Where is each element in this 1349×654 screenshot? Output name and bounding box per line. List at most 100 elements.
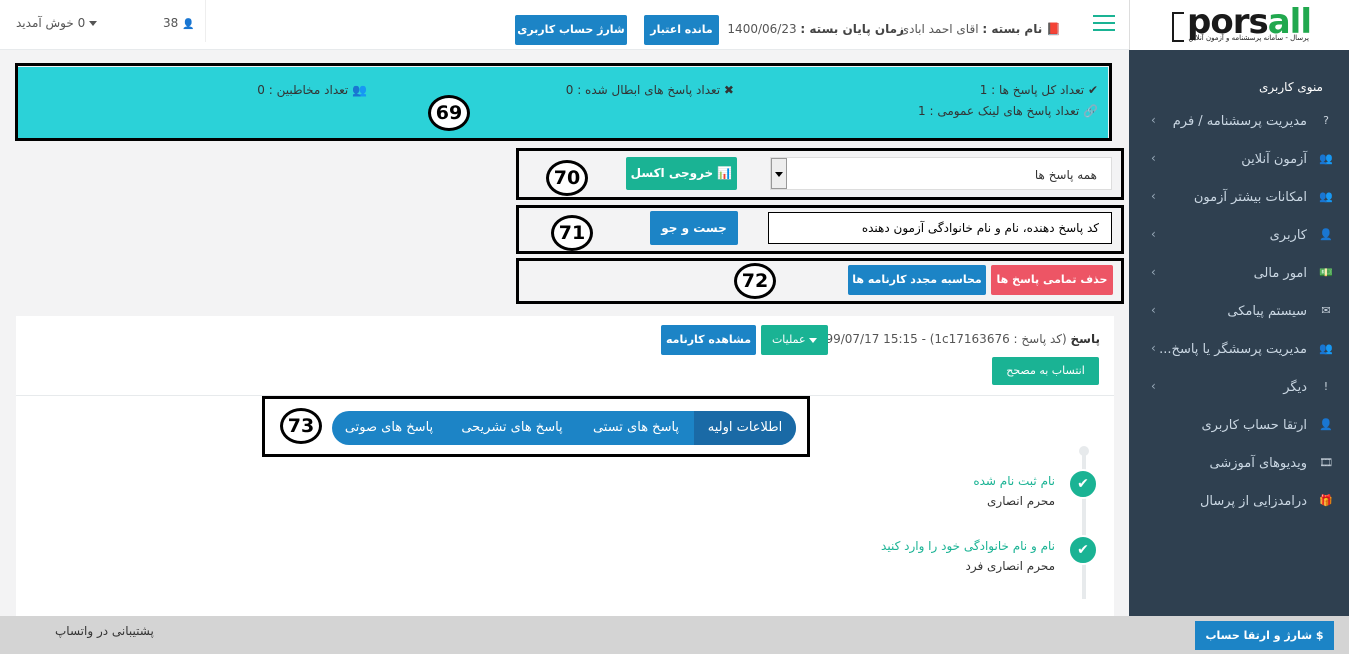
upgrade-account-button[interactable]: $ شارژ و ارتقا حساب کاربری bbox=[1195, 621, 1334, 650]
book-icon: 📕 bbox=[1042, 22, 1061, 36]
sidebar-item-label: سیستم پیامکی bbox=[1227, 304, 1307, 319]
response-card: پاسخ (کد پاسخ : 1c17163676) - 1399/07/17… bbox=[16, 316, 1114, 616]
search-button[interactable]: جست و جو bbox=[650, 211, 738, 245]
check-icon: ✔ bbox=[1068, 469, 1098, 499]
sidebar-item-1[interactable]: 👥 آزمون آنلاین ‹ bbox=[1129, 141, 1349, 179]
timeline-question-1: نام ثبت نام شده bbox=[973, 474, 1055, 488]
sidebar-item-8[interactable]: 👤 ارتقا حساب کاربری bbox=[1129, 407, 1349, 445]
money-icon: 💵 bbox=[1319, 266, 1333, 279]
footer: پشتیبانی در واتساپ $ شارژ و ارتقا حساب ک… bbox=[0, 616, 1349, 654]
hamburger-menu-icon[interactable] bbox=[1093, 15, 1115, 33]
sidebar-item-0[interactable]: ? مدیریت پرسشنامه / فرم ‹ bbox=[1129, 103, 1349, 141]
users-icon: 👥 bbox=[1319, 342, 1333, 355]
delete-all-responses-button[interactable]: حذف تمامی پاسخ ها bbox=[991, 265, 1113, 295]
menu-title: منوی کاربری bbox=[1259, 80, 1323, 94]
chevron-left-icon: ‹ bbox=[1151, 113, 1156, 127]
sidebar-item-label: دیگر bbox=[1283, 380, 1307, 395]
annotation-box-stats bbox=[15, 63, 1112, 141]
sidebar-item-label: مدیریت پرسشگر یا پاسخ... bbox=[1159, 342, 1307, 357]
search-input[interactable]: کد پاسخ دهنده، نام و نام خانوادگی آزمون … bbox=[768, 212, 1112, 244]
sidebar: porsall پرسال - سامانه پرسشنامه و آزمون … bbox=[1129, 0, 1349, 616]
whatsapp-support-link[interactable]: پشتیبانی در واتساپ bbox=[55, 624, 154, 638]
sidebar-item-3[interactable]: 👤 کاربری ‹ bbox=[1129, 217, 1349, 255]
sidebar-item-5[interactable]: ✉ سیستم پیامکی ‹ bbox=[1129, 293, 1349, 331]
annotation-number-71: 71 bbox=[551, 215, 593, 251]
annotation-number-73: 73 bbox=[280, 408, 322, 444]
timeline-answer-2: محرم انصاری فرد bbox=[965, 559, 1055, 573]
sidebar-item-label: درامدزایی از پرسال bbox=[1199, 494, 1307, 509]
chevron-left-icon: ‹ bbox=[1151, 189, 1156, 203]
response-tabs: اطلاعات اولیه پاسخ های تستی پاسخ های تشر… bbox=[332, 411, 796, 445]
chevron-left-icon: ‹ bbox=[1151, 151, 1156, 165]
user-count-value: 38 bbox=[163, 16, 179, 30]
tab-basic-info[interactable]: اطلاعات اولیه bbox=[694, 411, 796, 445]
annotation-number-72: 72 bbox=[734, 263, 776, 299]
excel-export-button[interactable]: 📊 خروجی اکسل bbox=[626, 157, 737, 190]
excel-export-label: خروجی اکسل bbox=[630, 166, 714, 180]
package-value: اقای احمد ابادی bbox=[899, 22, 979, 36]
user-count: 38 👤 bbox=[163, 16, 195, 30]
topbar: 📕 نام بسته : اقای احمد ابادی زمان پایان … bbox=[0, 0, 1129, 50]
operations-dropdown-button[interactable]: عملیات bbox=[761, 325, 828, 355]
timeline-start-dot bbox=[1079, 446, 1089, 456]
sidebar-item-10[interactable]: 🎁 درامدزایی از پرسال bbox=[1129, 483, 1349, 521]
package-info: 📕 نام بسته : اقای احمد ابادی bbox=[900, 22, 1061, 36]
charge-account-button[interactable]: شارژ حساب کاربری bbox=[515, 15, 627, 45]
chevron-left-icon: ‹ bbox=[1151, 379, 1156, 393]
topbar-divider bbox=[205, 0, 206, 42]
caret-down-icon bbox=[809, 337, 818, 343]
caret-down-icon bbox=[89, 21, 98, 26]
view-report-button[interactable]: مشاهده کارنامه bbox=[661, 325, 756, 355]
exclamation-icon: ! bbox=[1323, 380, 1329, 393]
sidebar-item-label: ویدیوهای آموزشی bbox=[1209, 456, 1307, 471]
sidebar-item-label: کاربری bbox=[1269, 228, 1307, 243]
tab-test-answers[interactable]: پاسخ های تستی bbox=[578, 411, 694, 445]
recalculate-reports-button[interactable]: محاسبه مجدد کارنامه ها bbox=[848, 265, 986, 295]
sidebar-item-4[interactable]: 💵 امور مالی ‹ bbox=[1129, 255, 1349, 293]
sidebar-item-label: ارتقا حساب کاربری bbox=[1201, 418, 1307, 433]
tab-descriptive-answers[interactable]: پاسخ های تشریحی bbox=[446, 411, 578, 445]
end-time-value: 1400/06/23 bbox=[727, 22, 797, 36]
response-meta: (کد پاسخ : 1c17163676) - 1399/07/17 15:1… bbox=[810, 332, 1067, 346]
users-icon: 👥 bbox=[1319, 190, 1333, 203]
user-icon: 👤 bbox=[1319, 228, 1333, 241]
sidebar-menu: ? مدیریت پرسشنامه / فرم ‹ 👥 آزمون آنلاین ‹ 👥 ام… bbox=[1129, 103, 1349, 521]
response-filter-select[interactable]: همه پاسخ ها bbox=[770, 157, 1112, 190]
chevron-left-icon: ‹ bbox=[1151, 227, 1156, 241]
file-excel-icon: 📊 bbox=[713, 166, 733, 180]
chevron-left-icon: ‹ bbox=[1151, 303, 1156, 317]
logo[interactable]: porsall پرسال - سامانه پرسشنامه و آزمون … bbox=[1129, 0, 1349, 50]
video-icon: 🎞 bbox=[1319, 456, 1333, 469]
response-title: پاسخ (کد پاسخ : 1c17163676) - 1399/07/17… bbox=[810, 332, 1100, 346]
package-label: نام بسته : bbox=[982, 22, 1043, 36]
timeline-question-2: نام و نام خانوادگی خود را وارد کنید bbox=[881, 539, 1055, 553]
sidebar-item-label: مدیریت پرسشنامه / فرم bbox=[1172, 114, 1307, 129]
assign-grader-button[interactable]: انتساب به مصحح bbox=[992, 357, 1099, 385]
operations-label: عملیات bbox=[771, 333, 806, 346]
user-icon: 👤 bbox=[1319, 418, 1333, 431]
sidebar-item-9[interactable]: 🎞 ویدیوهای آموزشی bbox=[1129, 445, 1349, 483]
question-icon: ? bbox=[1323, 114, 1329, 127]
response-title-label: پاسخ bbox=[1070, 332, 1100, 346]
welcome-text: 0 خوش آمدید bbox=[16, 16, 86, 30]
sidebar-item-label: امور مالی bbox=[1253, 266, 1307, 281]
sidebar-item-2[interactable]: 👥 امکانات بیشتر آزمون ‹ bbox=[1129, 179, 1349, 217]
end-time-label: زمان پایان بسته : bbox=[800, 22, 904, 36]
sidebar-item-label: امکانات بیشتر آزمون bbox=[1193, 190, 1307, 205]
users-icon: 👥 bbox=[1319, 152, 1333, 165]
user-icon: 👤 bbox=[182, 19, 195, 30]
dropdown-arrow-icon[interactable] bbox=[771, 158, 787, 189]
chevron-left-icon: ‹ bbox=[1151, 341, 1156, 355]
check-icon: ✔ bbox=[1068, 535, 1098, 565]
response-filter-value: همه پاسخ ها bbox=[1034, 168, 1097, 182]
gift-icon: 🎁 bbox=[1319, 494, 1333, 507]
sidebar-item-label: آزمون آنلاین bbox=[1241, 152, 1307, 167]
balance-button[interactable]: مانده اعتبار bbox=[644, 15, 719, 45]
tab-audio-answers[interactable]: پاسخ های صوتی bbox=[332, 411, 446, 445]
chevron-left-icon: ‹ bbox=[1151, 265, 1156, 279]
logo-subtitle: پرسال - سامانه پرسشنامه و آزمون آنلاین bbox=[1188, 34, 1309, 42]
logo-bracket-icon bbox=[1172, 12, 1184, 42]
sidebar-item-7[interactable]: ! دیگر ‹ bbox=[1129, 369, 1349, 407]
welcome-dropdown[interactable]: 0 خوش آمدید bbox=[16, 16, 98, 30]
sidebar-item-6[interactable]: 👥 مدیریت پرسشگر یا پاسخ... ‹ bbox=[1129, 331, 1349, 369]
